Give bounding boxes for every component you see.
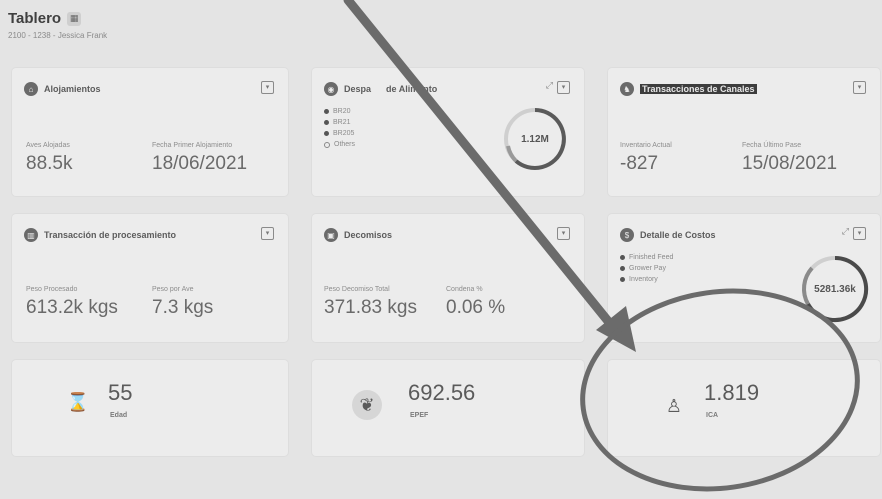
house-icon: ⌂ bbox=[24, 82, 38, 96]
despacho-legend: BR20 BR21 BR205 Others bbox=[324, 106, 355, 150]
kpi-epef: ❦ 692.56 EPEF bbox=[312, 360, 584, 456]
card-despacho-alimento: ◉ Despa de Alimento ⤢ ▾ BR20 BR21 BR205 … bbox=[312, 68, 584, 196]
menu-icon[interactable]: ▾ bbox=[557, 227, 570, 240]
kpi-value: 692.56 bbox=[408, 380, 476, 405]
kpi-edad: ⌛ 55 Edad bbox=[12, 360, 288, 456]
chick-icon: ♙ bbox=[665, 395, 683, 416]
kpi-ica: ♙ 1.819 ICA bbox=[608, 360, 880, 456]
kpi-label: ICA bbox=[706, 412, 719, 419]
metric-peso-por-ave: Peso por Ave 7.3 kgs bbox=[152, 286, 214, 318]
feather-icon: ❦ bbox=[352, 390, 382, 420]
donut-value: 1.12M bbox=[521, 133, 549, 145]
metric-aves-alojadas: Aves Alojadas 88.5k bbox=[26, 142, 73, 174]
card-transacciones-canales: ♞ Transacciones de Canales ▾ Inventario … bbox=[608, 68, 880, 196]
metric-peso-decomiso-total: Peso Decomiso Total 371.83 kgs bbox=[324, 286, 417, 318]
kpi-label: Edad bbox=[110, 412, 128, 419]
kpi-label: EPEF bbox=[410, 412, 429, 419]
metric-fecha-ultimo-pase: Fecha Último Pase 15/08/2021 bbox=[742, 142, 838, 174]
chicken-icon: ♞ bbox=[620, 82, 634, 96]
legend-dot bbox=[324, 141, 330, 148]
card-alojamientos: ⌂ Alojamientos ▾ Aves Alojadas 88.5k Fec… bbox=[12, 68, 288, 196]
menu-icon[interactable]: ▾ bbox=[261, 81, 274, 94]
costos-legend: Finished Feed Grower Pay Inventory bbox=[620, 252, 673, 285]
menu-icon[interactable]: ▾ bbox=[261, 227, 274, 240]
trash-icon: ▣ bbox=[324, 228, 338, 242]
kpi-value: 1.819 bbox=[704, 380, 760, 405]
legend-dot bbox=[324, 109, 329, 114]
menu-icon[interactable]: ▾ bbox=[557, 81, 570, 94]
card-title: Detalle de Costos bbox=[640, 230, 716, 240]
metric-peso-procesado: Peso Procesado 613.2k kgs bbox=[26, 286, 118, 318]
dashboard-header: Tablero ▦ 2100 - 1238 - Jessica Frank bbox=[8, 10, 107, 40]
card-title: Decomisos bbox=[344, 230, 393, 240]
grid-icon[interactable]: ▦ bbox=[67, 11, 82, 26]
legend-dot bbox=[620, 255, 625, 260]
card-transaccion-procesamiento: ▥ Transacción de procesamiento ▾ Peso Pr… bbox=[12, 214, 288, 342]
kpi-value: 55 bbox=[108, 380, 133, 405]
expand-icon[interactable]: ⤢ bbox=[842, 226, 849, 237]
hourglass-icon: ⌛ bbox=[66, 391, 90, 412]
legend-dot bbox=[620, 277, 625, 282]
expand-icon[interactable]: ⤢ bbox=[546, 80, 553, 91]
feed-icon: ◉ bbox=[324, 82, 338, 96]
card-decomisos: ▣ Decomisos ▾ Peso Decomiso Total 371.83… bbox=[312, 214, 584, 342]
menu-icon[interactable]: ▾ bbox=[853, 227, 866, 240]
page-title-row: Tablero ▦ bbox=[8, 10, 107, 27]
legend-dot bbox=[324, 131, 329, 136]
card-detalle-costos: $ Detalle de Costos ⤢ ▾ Finished Feed Gr… bbox=[608, 214, 880, 342]
metric-inventario-actual: Inventario Actual -827 bbox=[620, 142, 672, 174]
card-title: Transacciones de Canales bbox=[640, 84, 757, 94]
page-title: Tablero bbox=[8, 10, 62, 27]
legend-dot bbox=[324, 120, 329, 125]
metric-condena: Condena % 0.06 % bbox=[446, 286, 506, 318]
card-title: Despa de Alimento bbox=[344, 84, 438, 94]
donut-value: 5281.36k bbox=[814, 283, 856, 295]
dollar-icon: $ bbox=[620, 228, 634, 242]
factory-icon: ▥ bbox=[24, 228, 38, 242]
costos-donut: 5281.36k bbox=[800, 254, 870, 324]
card-title: Alojamientos bbox=[44, 84, 101, 94]
page-subtitle: 2100 - 1238 - Jessica Frank bbox=[8, 31, 108, 40]
menu-icon[interactable]: ▾ bbox=[853, 81, 866, 94]
legend-dot bbox=[620, 266, 625, 271]
card-title: Transacción de procesamiento bbox=[44, 230, 177, 240]
despacho-donut: 1.12M bbox=[502, 106, 568, 172]
metric-fecha-primer-alojamiento: Fecha Primer Alojamiento 18/06/2021 bbox=[152, 142, 248, 174]
